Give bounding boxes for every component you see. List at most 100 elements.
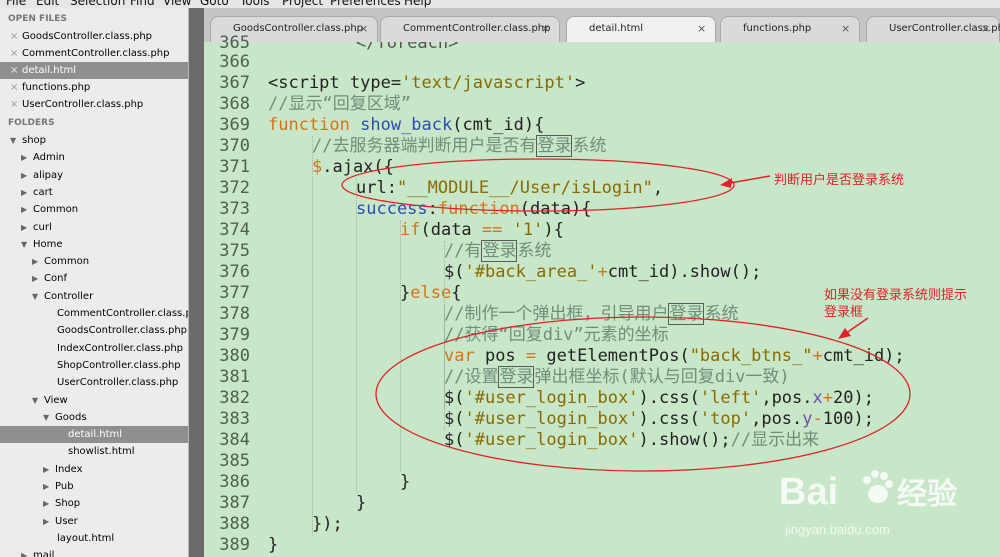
open-file-item[interactable]: × UserController.class.php <box>0 96 188 113</box>
menu-item-selection[interactable]: Selection <box>70 0 125 8</box>
code-token: url <box>356 178 387 198</box>
chevron-down-icon[interactable]: ▼ <box>32 288 38 305</box>
chevron-right-icon[interactable]: ▶ <box>43 495 49 512</box>
tab-usercontroller-class-php[interactable]: UserController.class.php × <box>866 16 1000 42</box>
chevron-right-icon[interactable]: ▶ <box>43 461 49 478</box>
chevron-down-icon[interactable]: ▼ <box>21 236 27 253</box>
folder-tree-item[interactable]: ▼ Home <box>0 236 188 253</box>
code-line[interactable]: //显示“回复区域” <box>268 94 411 115</box>
code-line[interactable]: $('#back_area_'+cmt_id).show(); <box>444 262 761 283</box>
chevron-right-icon[interactable]: ▶ <box>21 149 27 166</box>
code-line[interactable]: }); <box>312 514 343 535</box>
code-line[interactable]: }else{ <box>400 283 461 304</box>
folder-tree-item[interactable]: CommentController.class.php <box>0 305 188 322</box>
folder-tree-item[interactable]: ▶ curl <box>0 219 188 236</box>
menu-item-edit[interactable]: Edit <box>36 0 59 8</box>
close-icon[interactable]: × <box>10 28 18 45</box>
chevron-right-icon[interactable]: ▶ <box>21 184 27 201</box>
open-file-item[interactable]: × detail.html <box>0 62 188 79</box>
code-line[interactable]: } <box>356 493 366 514</box>
open-file-item[interactable]: × CommentController.class.php <box>0 45 188 62</box>
folder-tree-item[interactable]: ▶ User <box>0 513 188 530</box>
chevron-down-icon[interactable]: ▼ <box>10 132 16 149</box>
tab-functions-php[interactable]: functions.php × <box>720 16 860 42</box>
folder-tree-item[interactable]: ▶ Pub <box>0 478 188 495</box>
folder-tree-item[interactable]: ▶ Common <box>0 201 188 218</box>
folder-tree-item[interactable]: ▶ alipay <box>0 167 188 184</box>
menu-item-preferences[interactable]: Preferences <box>330 0 401 8</box>
code-line[interactable]: } <box>268 535 278 556</box>
code-line[interactable]: //获得“回复div”元素的坐标 <box>444 325 669 346</box>
close-icon[interactable]: × <box>697 22 706 35</box>
close-icon[interactable]: × <box>359 22 368 35</box>
code-line[interactable]: //制作一个弹出框，引导用户登录系统 <box>444 303 738 325</box>
code-line-partial: </foreach> <box>356 42 459 53</box>
code-line[interactable]: url:"__MODULE__/User/isLogin", <box>356 178 663 199</box>
open-file-item[interactable]: × GoodsController.class.php <box>0 28 188 45</box>
menu-item-view[interactable]: View <box>163 0 191 8</box>
tab-commentcontroller-class-php[interactable]: CommentController.class.php × <box>380 16 560 42</box>
folder-tree-item[interactable]: ▶ Shop <box>0 495 188 512</box>
menu-item-find[interactable]: Find <box>130 0 155 8</box>
chevron-right-icon[interactable]: ▶ <box>21 219 27 236</box>
code-token: success <box>356 199 428 219</box>
folder-tree-item[interactable]: ▼ shop <box>0 132 188 149</box>
code-line[interactable]: var pos = getElementPos("back_btns_"+cmt… <box>444 346 905 367</box>
folder-tree-item[interactable]: ▶ Conf <box>0 270 188 287</box>
tab-detail-html[interactable]: detail.html × <box>566 16 716 42</box>
open-files-header-label: OPEN FILES <box>8 14 67 24</box>
folder-tree-item[interactable]: ▶ cart <box>0 184 188 201</box>
chevron-right-icon[interactable]: ▶ <box>21 547 27 557</box>
folder-tree-item[interactable]: ▶ Common <box>0 253 188 270</box>
folder-tree-label: shop <box>22 135 47 146</box>
code-line[interactable]: $('#user_login_box').show();//显示出来 <box>444 430 819 451</box>
close-icon[interactable]: × <box>541 22 550 35</box>
code-line[interactable]: //设置登录弹出框坐标(默认与回复div一致) <box>444 366 790 388</box>
close-icon[interactable]: × <box>10 62 18 79</box>
folder-tree-item[interactable]: ▶ Admin <box>0 149 188 166</box>
close-icon[interactable]: × <box>10 45 18 62</box>
menu-item-help[interactable]: Help <box>404 0 431 8</box>
close-icon[interactable]: × <box>10 96 18 113</box>
code-line[interactable]: $('#user_login_box').css('left',pos.x+20… <box>444 388 874 409</box>
code-line[interactable]: $.ajax({ <box>312 157 394 178</box>
folder-tree-item[interactable]: showlist.html <box>0 443 188 460</box>
folder-tree-item[interactable]: layout.html <box>0 530 188 547</box>
folder-tree-item[interactable]: IndexController.class.php <box>0 340 188 357</box>
chevron-right-icon[interactable]: ▶ <box>32 253 38 270</box>
menu-item-file[interactable]: File <box>6 0 26 8</box>
folder-tree-item[interactable]: GoodsController.class.php <box>0 322 188 339</box>
folder-tree-item[interactable]: ▶ mail <box>0 547 188 557</box>
code-line[interactable]: function show_back(cmt_id){ <box>268 115 544 136</box>
chevron-right-icon[interactable]: ▶ <box>43 478 49 495</box>
menu-item-tools[interactable]: Tools <box>240 0 270 8</box>
code-line[interactable]: success:function(data){ <box>356 199 591 220</box>
chevron-right-icon[interactable]: ▶ <box>43 513 49 530</box>
code-line[interactable]: //有登录系统 <box>444 240 551 262</box>
folder-tree-item[interactable]: detail.html <box>0 426 188 444</box>
code-line[interactable]: if(data == '1'){ <box>400 220 564 241</box>
chevron-down-icon[interactable]: ▼ <box>43 409 49 426</box>
menu-item-goto[interactable]: Goto <box>200 0 229 8</box>
folder-tree-item[interactable]: UserController.class.php <box>0 374 188 391</box>
code-line[interactable]: //去服务器端判断用户是否有登录系统 <box>312 135 606 157</box>
folder-tree-item[interactable]: ShopController.class.php <box>0 357 188 374</box>
chevron-right-icon[interactable]: ▶ <box>21 167 27 184</box>
folder-tree-item[interactable]: ▼ Controller <box>0 288 188 305</box>
folder-tree-item[interactable]: ▼ Goods <box>0 409 188 426</box>
code-line[interactable]: <script type='text/javascript'> <box>268 73 585 94</box>
close-icon[interactable]: × <box>981 22 990 35</box>
sidebar-splitter[interactable] <box>189 8 204 557</box>
folder-tree-item[interactable]: ▶ Index <box>0 461 188 478</box>
chevron-right-icon[interactable]: ▶ <box>32 270 38 287</box>
code-line[interactable]: $('#user_login_box').css('top',pos.y-100… <box>444 409 874 430</box>
code-token: + <box>812 346 823 366</box>
folder-tree-item[interactable]: ▼ View <box>0 392 188 409</box>
code-line[interactable]: } <box>400 472 410 493</box>
close-icon[interactable]: × <box>10 79 18 96</box>
menu-item-project[interactable]: Project <box>282 0 323 8</box>
open-file-item[interactable]: × functions.php <box>0 79 188 96</box>
chevron-right-icon[interactable]: ▶ <box>21 201 27 218</box>
close-icon[interactable]: × <box>841 22 850 35</box>
chevron-down-icon[interactable]: ▼ <box>32 392 38 409</box>
